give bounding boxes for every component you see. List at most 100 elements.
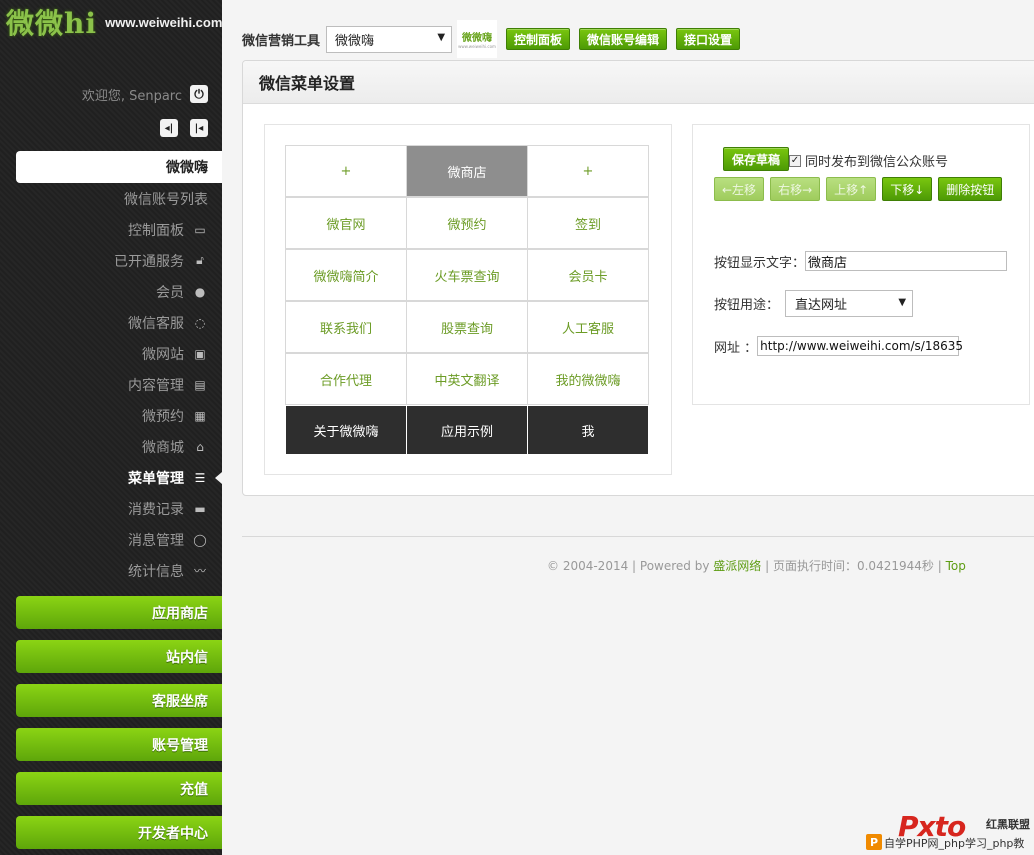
submenu-cell[interactable]: 联系我们 [285, 301, 407, 353]
sidebar-item-booking[interactable]: 微预约 ▦ [0, 400, 222, 431]
dashboard-button[interactable]: 控制面板 [506, 28, 571, 50]
footer-top-link[interactable]: Top [946, 559, 966, 573]
move-up-button[interactable]: 上移↑ [826, 177, 877, 201]
service-seats-button[interactable]: 客服坐席 [16, 684, 222, 717]
sidebar-item-label: 内容管理 [128, 377, 184, 394]
welcome-bar: 欢迎您, Senparc ⏻ [82, 84, 208, 104]
headset-icon: ◌ [194, 315, 206, 330]
lock-icon: 🔓︎ [196, 253, 204, 267]
sidebar-item-label: 微商城 [142, 439, 184, 456]
account-logo-sub: www.weiweihi.com [458, 44, 496, 49]
submenu-cell[interactable]: 我的微微嗨 [527, 353, 649, 405]
site-messages-button[interactable]: 站内信 [16, 640, 222, 673]
app-store-button[interactable]: 应用商店 [16, 596, 222, 629]
publish-checkbox[interactable]: ✓ [789, 154, 801, 167]
sidebar-item-microsite[interactable]: 微网站 ▣ [0, 338, 222, 369]
submenu-cell[interactable]: 人工客服 [527, 301, 649, 353]
sidebar-item-members[interactable]: 会员 ● [0, 276, 222, 307]
add-submenu-button[interactable]: + [285, 145, 407, 197]
button-usage-select[interactable]: 直达网址 ▼ [785, 290, 914, 317]
main-menu-button[interactable]: 应用示例 [406, 405, 528, 455]
url-field-label: 网址 ： [714, 340, 758, 356]
sidebar-item-dashboard[interactable]: 控制面板 ▭ [0, 214, 222, 245]
expand-sidebar-icon[interactable]: |◂ [190, 119, 208, 137]
submenu-cell[interactable]: 合作代理 [285, 353, 407, 405]
save-draft-button[interactable]: 保存草稿 [723, 147, 790, 171]
api-settings-button[interactable]: 接口设置 [676, 28, 741, 50]
sidebar-item-label: 微信客服 [128, 315, 184, 332]
sidebar-item-messages[interactable]: 消息管理 ◯ [0, 524, 222, 555]
collapse-sidebar-icon[interactable]: ◂| [160, 119, 178, 137]
move-buttons: ←左移 右移→ 上移↑ 下移↓ 删除按钮 [714, 177, 1008, 201]
label-field-row: 按钮显示文字： 微商店 [714, 251, 1008, 271]
submenu-cell[interactable]: 微官网 [285, 197, 407, 249]
card-icon: ▬ [194, 501, 206, 516]
sidebar-item-label: 微信账号列表 [124, 191, 208, 208]
sidebar-item-label: 统计信息 [128, 563, 184, 580]
submenu-cell[interactable]: 股票查询 [406, 301, 528, 353]
watermark: Pxto 红黑联盟 P 自学PHP网_php学习_php教 [862, 810, 1034, 855]
sidebar-item-statistics[interactable]: 统计信息 〰 [0, 555, 222, 586]
grid-row: 微官网 微预约 签到 [285, 197, 651, 249]
edit-account-button[interactable]: 微信账号编辑 [579, 28, 668, 50]
usage-field-row: 按钮用途： 直达网址 ▼ [714, 290, 914, 317]
logout-power-icon[interactable]: ⏻ [190, 85, 208, 103]
move-left-button[interactable]: ←左移 [714, 177, 765, 201]
sidebar-item-account-list[interactable]: 微信账号列表 [0, 183, 222, 214]
submenu-cell[interactable]: 会员卡 [527, 249, 649, 301]
account-management-button[interactable]: 账号管理 [16, 728, 222, 761]
sidebar-item-menu-management[interactable]: 菜单管理 ☰ [0, 462, 222, 493]
main-menu-button[interactable]: 关于微微嗨 [285, 405, 407, 455]
watermark-text: 自学PHP网_php学习_php教 [884, 837, 1025, 850]
usage-select-value: 直达网址 [795, 298, 848, 313]
label-field-label: 按钮显示文字： [714, 255, 806, 271]
content-icon: ▤ [194, 377, 206, 392]
watermark-brand: 红黑联盟 [986, 818, 1030, 831]
sidebar-nav: 微信账号列表 控制面板 ▭ 已开通服务 🔓︎ 会员 ● 微信客服 ◌ 微网站 ▣… [0, 183, 222, 586]
caret-down-icon: ▼ [437, 31, 446, 43]
submenu-cell[interactable]: 火车票查询 [406, 249, 528, 301]
sidebar-item-shop[interactable]: 微商城 ⌂ [0, 431, 222, 462]
main-menu-button[interactable]: 我 [527, 405, 649, 455]
sidebar-item-label: 微预约 [142, 408, 184, 425]
submenu-cell-selected[interactable]: 微商店 [406, 145, 528, 197]
account-select[interactable]: 微微嗨 ▼ [326, 25, 453, 53]
calendar-icon: ▦ [194, 408, 206, 423]
account-logo-title: 微微嗨 [462, 33, 493, 44]
main-menu-row: 关于微微嗨 应用示例 我 [285, 405, 651, 457]
footer-company-link[interactable]: 盛派网络 [713, 559, 761, 573]
grid-row: + 微商店 + [285, 145, 651, 197]
watermark-p-icon: P [866, 834, 882, 850]
submenu-cell[interactable]: 签到 [527, 197, 649, 249]
web-icon: ▣ [194, 346, 206, 361]
menu-icon: ☰ [194, 470, 206, 485]
url-input[interactable]: http://www.weiweihi.com/s/18635 [757, 336, 963, 356]
move-right-button[interactable]: 右移→ [770, 177, 821, 201]
publish-label: 同时发布到微信公众账号 [805, 155, 949, 170]
sidebar-item-customer-service[interactable]: 微信客服 ◌ [0, 307, 222, 338]
developer-center-button[interactable]: 开发者中心 [16, 816, 222, 849]
add-submenu-button[interactable]: + [527, 145, 649, 197]
site-logo[interactable]: 微微hi www.weiweihi.com [6, 2, 222, 40]
sidebar-item-label: 微网站 [142, 346, 184, 363]
submenu-cell[interactable]: 微微嗨简介 [285, 249, 407, 301]
grid-row: 联系我们 股票查询 人工客服 [285, 301, 651, 353]
user-icon: ● [194, 284, 206, 299]
submenu-cell[interactable]: 中英文翻译 [406, 353, 528, 405]
move-down-button[interactable]: 下移↓ [882, 177, 933, 201]
menu-grid-box: + 微商店 + 微官网 微预约 签到 微微嗨简介 火车票查询 会员卡 联系我们 … [264, 124, 672, 475]
current-account-tab[interactable]: 微微嗨 [16, 151, 222, 183]
sidebar-item-services[interactable]: 已开通服务 🔓︎ [0, 245, 222, 276]
delete-button[interactable]: 删除按钮 [938, 177, 1003, 201]
tool-label: 微信营销工具 [242, 33, 321, 49]
chat-icon: ◯ [193, 532, 207, 547]
caret-down-icon: ▼ [898, 297, 907, 308]
sidebar-item-content[interactable]: 内容管理 ▤ [0, 369, 222, 400]
chart-icon: 〰 [193, 564, 206, 578]
publish-option[interactable]: ✓ 同时发布到微信公众账号 [789, 151, 948, 170]
sidebar-item-consumption[interactable]: 消费记录 ▬ [0, 493, 222, 524]
submenu-cell[interactable]: 微预约 [406, 197, 528, 249]
recharge-button[interactable]: 充值 [16, 772, 222, 805]
top-toolbar: 微信营销工具 微微嗨 ▼ 微微嗨 www.weiweihi.com 控制面板 微… [242, 20, 741, 58]
button-label-input[interactable]: 微商店 [805, 251, 1008, 271]
